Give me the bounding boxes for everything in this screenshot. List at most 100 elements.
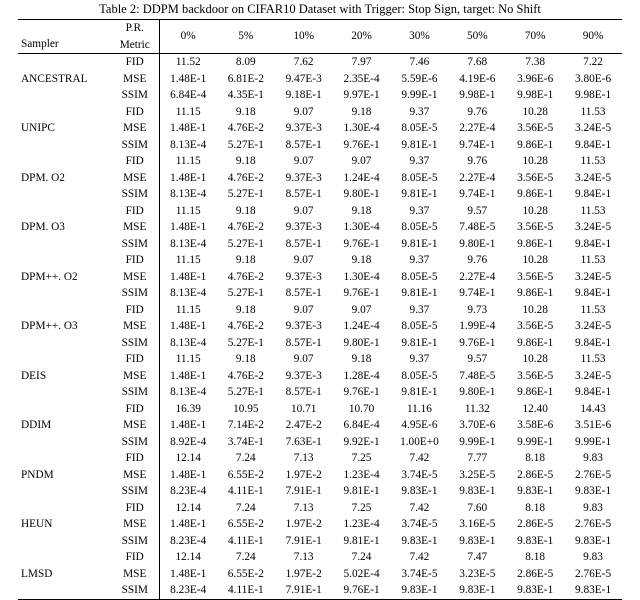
table-cell: 1.48E-1 xyxy=(159,417,217,434)
table-cell: 9.37E-3 xyxy=(275,368,333,385)
table-cell: 1.30E-4 xyxy=(333,219,391,236)
sampler-name: DPM++. O2 xyxy=(18,252,111,302)
table-cell: 11.15 xyxy=(159,203,217,220)
table-cell: 1.48E-1 xyxy=(159,269,217,286)
metric-name: FID xyxy=(111,203,159,220)
table-cell: 9.37 xyxy=(391,153,449,170)
table-cell: 9.81E-1 xyxy=(333,483,391,500)
sampler-name: DDIM xyxy=(18,401,111,451)
table-cell: 11.52 xyxy=(159,54,217,71)
table-cell: 9.18 xyxy=(333,203,391,220)
table-cell: 9.07 xyxy=(275,203,333,220)
table-cell: 11.53 xyxy=(564,203,622,220)
table-cell: 9.99E-1 xyxy=(391,87,449,104)
table-cell: 4.76E-2 xyxy=(217,368,275,385)
metric-name: FID xyxy=(111,401,159,418)
table-cell: 9.18 xyxy=(217,203,275,220)
table-cell: 12.14 xyxy=(159,549,217,566)
table-cell: 9.81E-1 xyxy=(391,335,449,352)
table-cell: 11.15 xyxy=(159,252,217,269)
table-cell: 9.07 xyxy=(275,252,333,269)
table-cell: 9.37 xyxy=(391,351,449,368)
table-cell: 9.07 xyxy=(333,302,391,319)
table-cell: 11.15 xyxy=(159,104,217,121)
table-cell: 7.24 xyxy=(217,549,275,566)
table-cell: 9.76E-1 xyxy=(333,236,391,253)
sampler-name: UNIPC xyxy=(18,104,111,154)
table-cell: 9.57 xyxy=(448,203,506,220)
metric-name: SSIM xyxy=(111,186,159,203)
table-cell: 7.48E-5 xyxy=(448,368,506,385)
table-cell: 6.84E-4 xyxy=(333,417,391,434)
table-cell: 7.62 xyxy=(275,54,333,71)
table-cell: 3.70E-6 xyxy=(448,417,506,434)
table-cell: 8.09 xyxy=(217,54,275,71)
table-cell: 8.05E-5 xyxy=(391,219,449,236)
table-cell: 9.99E-1 xyxy=(448,434,506,451)
metric-name: FID xyxy=(111,351,159,368)
table-cell: 11.15 xyxy=(159,153,217,170)
table-cell: 8.13E-4 xyxy=(159,236,217,253)
table-cell: 8.05E-5 xyxy=(391,318,449,335)
table-cell: 8.05E-5 xyxy=(391,269,449,286)
table-cell: 2.76E-5 xyxy=(564,467,622,484)
table-cell: 7.13 xyxy=(275,500,333,517)
table-cell: 11.53 xyxy=(564,351,622,368)
table-cell: 9.76 xyxy=(448,153,506,170)
table-cell: 1.48E-1 xyxy=(159,170,217,187)
table-cell: 9.37 xyxy=(391,203,449,220)
sampler-name: PNDM xyxy=(18,450,111,500)
table-cell: 9.84E-1 xyxy=(564,186,622,203)
table-cell: 5.27E-1 xyxy=(217,335,275,352)
table-cell: 1.48E-1 xyxy=(159,368,217,385)
table-cell: 3.56E-5 xyxy=(506,269,564,286)
header-col-3: 20% xyxy=(333,20,391,54)
table-cell: 9.99E-1 xyxy=(506,434,564,451)
table-cell: 9.83E-1 xyxy=(564,483,622,500)
table-cell: 9.07 xyxy=(275,153,333,170)
results-table: Sampler P.R. 0% 5% 10% 20% 30% 50% 70% 9… xyxy=(18,19,622,600)
table-cell: 3.74E-1 xyxy=(217,434,275,451)
table-cell: 4.11E-1 xyxy=(217,533,275,550)
metric-name: FID xyxy=(111,500,159,517)
table-cell: 9.83E-1 xyxy=(448,582,506,599)
table-cell: 1.28E-4 xyxy=(333,368,391,385)
table-cell: 5.59E-6 xyxy=(391,71,449,88)
table-cell: 9.81E-1 xyxy=(391,384,449,401)
table-cell: 9.07 xyxy=(333,153,391,170)
table-cell: 7.25 xyxy=(333,450,391,467)
table-cell: 9.18 xyxy=(333,351,391,368)
sampler-name: LMSD xyxy=(18,549,111,599)
table-cell: 11.53 xyxy=(564,252,622,269)
table-cell: 2.86E-5 xyxy=(506,516,564,533)
table-cell: 9.18 xyxy=(217,153,275,170)
metric-name: MSE xyxy=(111,368,159,385)
table-cell: 5.02E-4 xyxy=(333,566,391,583)
table-cell: 4.35E-1 xyxy=(217,87,275,104)
table-cell: 7.42 xyxy=(391,450,449,467)
table-cell: 9.83E-1 xyxy=(391,483,449,500)
header-sampler: Sampler xyxy=(18,20,111,54)
table-cell: 3.24E-5 xyxy=(564,368,622,385)
table-cell: 10.28 xyxy=(506,252,564,269)
table-cell: 8.13E-4 xyxy=(159,384,217,401)
table-caption: Table 2: DDPM backdoor on CIFAR10 Datase… xyxy=(18,2,622,17)
metric-name: SSIM xyxy=(111,335,159,352)
table-cell: 4.95E-6 xyxy=(391,417,449,434)
table-cell: 8.57E-1 xyxy=(275,384,333,401)
table-cell: 3.74E-5 xyxy=(391,566,449,583)
metric-name: FID xyxy=(111,54,159,71)
table-cell: 3.25E-5 xyxy=(448,467,506,484)
table-cell: 9.74E-1 xyxy=(448,285,506,302)
metric-name: SSIM xyxy=(111,285,159,302)
table-cell: 9.80E-1 xyxy=(333,335,391,352)
table-cell: 9.81E-1 xyxy=(333,533,391,550)
header-col-2: 10% xyxy=(275,20,333,54)
metric-name: MSE xyxy=(111,417,159,434)
table-cell: 2.27E-4 xyxy=(448,269,506,286)
table-cell: 16.39 xyxy=(159,401,217,418)
table-cell: 9.86E-1 xyxy=(506,186,564,203)
table-cell: 7.60 xyxy=(448,500,506,517)
metric-name: SSIM xyxy=(111,434,159,451)
table-cell: 3.56E-5 xyxy=(506,318,564,335)
